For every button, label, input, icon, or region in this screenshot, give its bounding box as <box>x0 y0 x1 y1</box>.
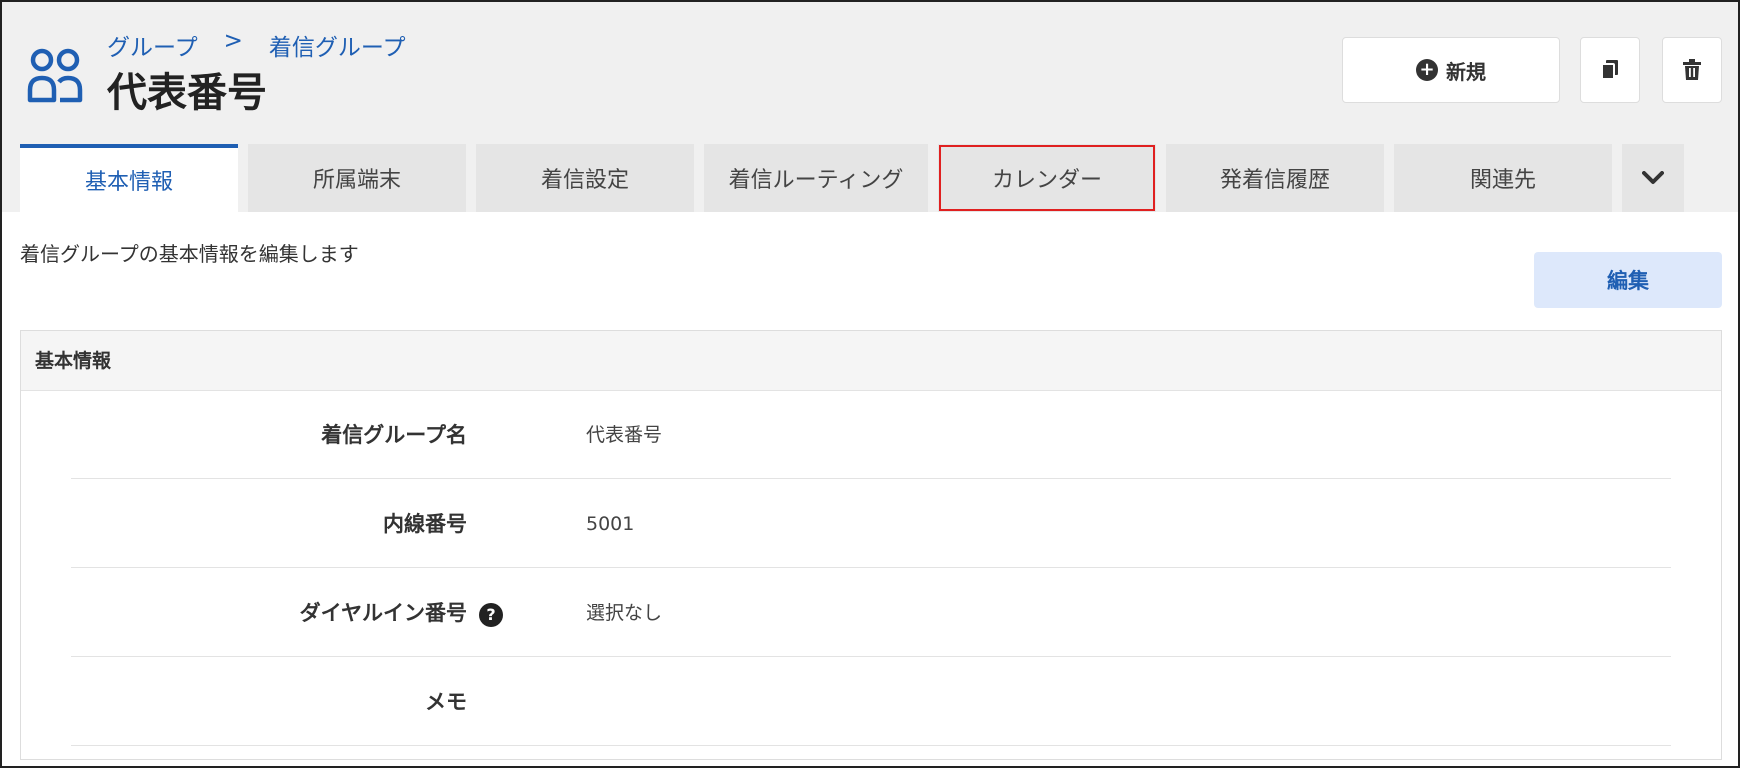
copy-button[interactable] <box>1580 37 1640 103</box>
tab-bar: 基本情報 所属端末 着信設定 着信ルーティング カレンダー 発着信履歴 関連先 <box>20 144 1684 212</box>
new-button-label: 新規 <box>1446 59 1486 84</box>
breadcrumb: グループ > 着信グループ <box>107 28 406 62</box>
breadcrumb-group[interactable]: グループ <box>107 28 198 62</box>
field-value: 5001 <box>586 513 635 535</box>
delete-button[interactable] <box>1662 37 1722 103</box>
tab-member-devices[interactable]: 所属端末 <box>248 144 466 212</box>
trash-icon <box>1683 59 1701 80</box>
group-icon <box>27 48 83 103</box>
tab-more-button[interactable] <box>1622 144 1684 212</box>
field-value: 選択なし <box>586 602 663 624</box>
page-description: 着信グループの基本情報を編集します <box>20 242 359 266</box>
field-row-extension: 内線番号 5001 <box>71 480 1671 568</box>
breadcrumb-separator: > <box>223 28 243 54</box>
tab-call-history[interactable]: 発着信履歴 <box>1166 144 1384 212</box>
plus-circle-icon: + <box>1416 59 1438 81</box>
tab-calendar[interactable]: カレンダー <box>938 144 1156 212</box>
field-label: ダイヤルイン番号 <box>299 601 467 625</box>
field-row-dial-in: ダイヤルイン番号 ? 選択なし <box>71 569 1671 657</box>
field-label: 着信グループ名 <box>321 423 467 447</box>
new-button[interactable]: + 新規 <box>1342 37 1560 103</box>
tab-related[interactable]: 関連先 <box>1394 144 1612 212</box>
app-frame: グループ > 着信グループ 代表番号 + 新規 基本情報 所属端末 着信設定 着… <box>0 0 1740 768</box>
panel-title: 基本情報 <box>21 331 1721 391</box>
field-label: メモ <box>425 690 467 714</box>
field-row-memo: メモ <box>71 658 1671 746</box>
breadcrumb-incoming-group[interactable]: 着信グループ <box>269 28 406 62</box>
question-icon[interactable]: ? <box>479 603 503 627</box>
tab-incoming-routing[interactable]: 着信ルーティング <box>704 144 928 212</box>
basic-info-panel: 基本情報 着信グループ名 代表番号 内線番号 5001 ダイヤルイン番号 ? 選… <box>20 330 1722 760</box>
field-row-group-name: 着信グループ名 代表番号 <box>71 391 1671 479</box>
page-title: 代表番号 <box>107 70 267 116</box>
field-value: 代表番号 <box>586 424 663 446</box>
field-label: 内線番号 <box>383 512 467 536</box>
edit-button[interactable]: 編集 <box>1534 252 1722 308</box>
page-header: グループ > 着信グループ 代表番号 + 新規 基本情報 所属端末 着信設定 着… <box>2 2 1738 212</box>
tab-incoming-settings[interactable]: 着信設定 <box>476 144 694 212</box>
copy-icon <box>1601 60 1618 80</box>
tab-basic-info[interactable]: 基本情報 <box>20 144 238 212</box>
chevron-down-icon <box>1642 171 1664 184</box>
